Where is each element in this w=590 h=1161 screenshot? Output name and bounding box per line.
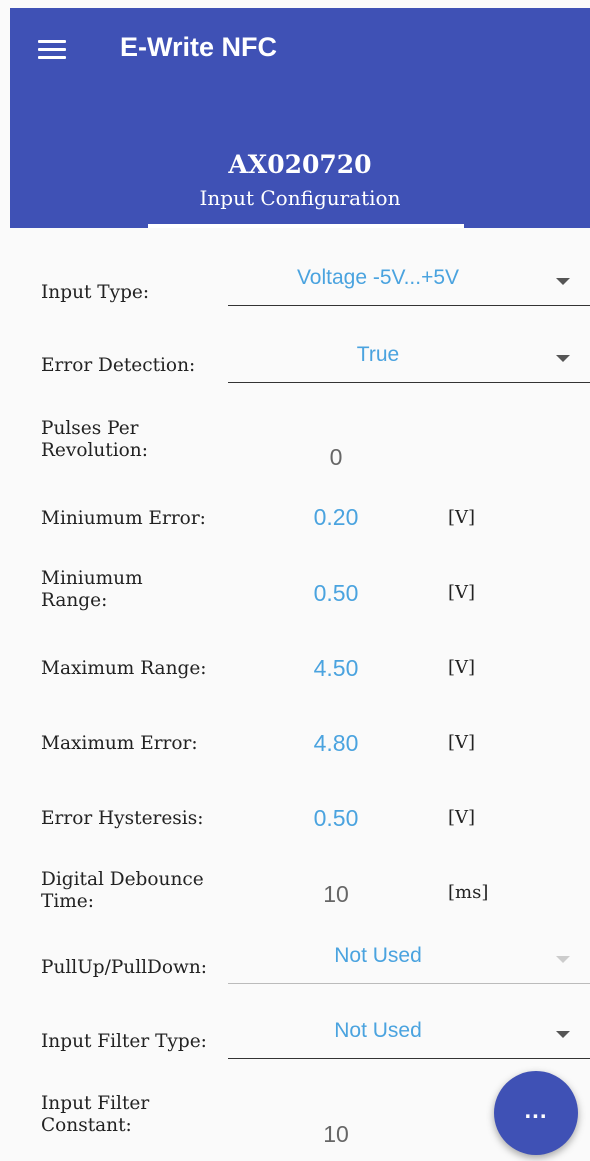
error-hysteresis-unit: [V] (448, 807, 476, 828)
dropdown-arrow-icon (556, 956, 570, 963)
label-line: Time: (41, 891, 94, 912)
dropdown-arrow-icon (556, 355, 570, 362)
input-filter-constant-field[interactable]: 10 (290, 1121, 382, 1148)
dropdown-underline (228, 381, 590, 383)
digital-debounce-time-field[interactable]: 10 (290, 881, 382, 908)
minimum-range-unit: [V] (448, 582, 476, 603)
pullup-pulldown-dropdown[interactable]: Not Used (228, 944, 590, 984)
label-line: Range: (41, 590, 108, 611)
error-detection-value: True (356, 343, 400, 366)
input-type-dropdown[interactable]: Voltage -5V...+5V (228, 266, 590, 306)
maximum-error-label: Maximum Error: (41, 733, 198, 754)
minimum-range-field[interactable]: 0.50 (290, 580, 382, 607)
error-hysteresis-label: Error Hysteresis: (41, 808, 204, 829)
device-id: AX020720 (228, 150, 372, 179)
minimum-error-field[interactable]: 0.20 (290, 504, 382, 531)
maximum-range-label: Maximum Range: (41, 658, 207, 679)
more-options-button[interactable]: ... (494, 1071, 578, 1155)
input-type-label: Input Type: (41, 282, 150, 303)
tab-indicator (148, 224, 464, 228)
status-bar-gap (0, 0, 590, 8)
hamburger-menu-icon[interactable] (38, 38, 68, 62)
maximum-range-unit: [V] (448, 657, 476, 678)
minimum-error-label: Miniumum Error: (41, 508, 206, 529)
input-filter-type-label: Input Filter Type: (41, 1031, 207, 1052)
input-filter-type-dropdown[interactable]: Not Used (228, 1019, 590, 1059)
pulses-per-revolution-field[interactable]: 0 (290, 444, 382, 471)
input-type-value: Voltage -5V...+5V (296, 266, 460, 289)
label-line: Miniumum (41, 568, 143, 589)
minimum-range-label: Miniumum Range: (41, 568, 241, 612)
digital-debounce-time-label: Digital Debounce Time: (41, 869, 241, 913)
label-line: Constant: (41, 1115, 132, 1136)
error-detection-label: Error Detection: (41, 355, 196, 376)
label-line: Revolution: (41, 440, 148, 461)
digital-debounce-time-unit: [ms] (448, 882, 489, 903)
dropdown-arrow-icon (556, 278, 570, 285)
input-filter-type-value: Not Used (334, 1019, 422, 1042)
maximum-range-field[interactable]: 4.50 (290, 655, 382, 682)
label-line: Digital Debounce (41, 869, 204, 890)
pullup-pulldown-label: PullUp/PullDown: (41, 957, 208, 978)
dropdown-underline (228, 304, 590, 306)
pullup-pulldown-value: Not Used (334, 944, 422, 967)
dropdown-arrow-icon (556, 1031, 570, 1038)
tab-input-configuration[interactable]: Input Configuration (10, 186, 590, 210)
error-hysteresis-field[interactable]: 0.50 (290, 805, 382, 832)
maximum-error-unit: [V] (448, 732, 476, 753)
maximum-error-field[interactable]: 4.80 (290, 730, 382, 757)
app-title: E-Write NFC (120, 32, 278, 62)
input-filter-constant-label: Input Filter Constant: (41, 1093, 241, 1137)
label-line: Input Filter (41, 1093, 150, 1114)
minimum-error-unit: [V] (448, 507, 476, 528)
label-line: Pulses Per (41, 418, 139, 439)
dropdown-underline (228, 1057, 590, 1059)
error-detection-dropdown[interactable]: True (228, 343, 590, 383)
more-horizontal-icon: ... (524, 1097, 548, 1124)
app-bar: E-Write NFC AX020720 Input Configuration (10, 8, 590, 228)
dropdown-underline (228, 982, 590, 984)
pulses-per-revolution-label: Pulses Per Revolution: (41, 418, 241, 462)
